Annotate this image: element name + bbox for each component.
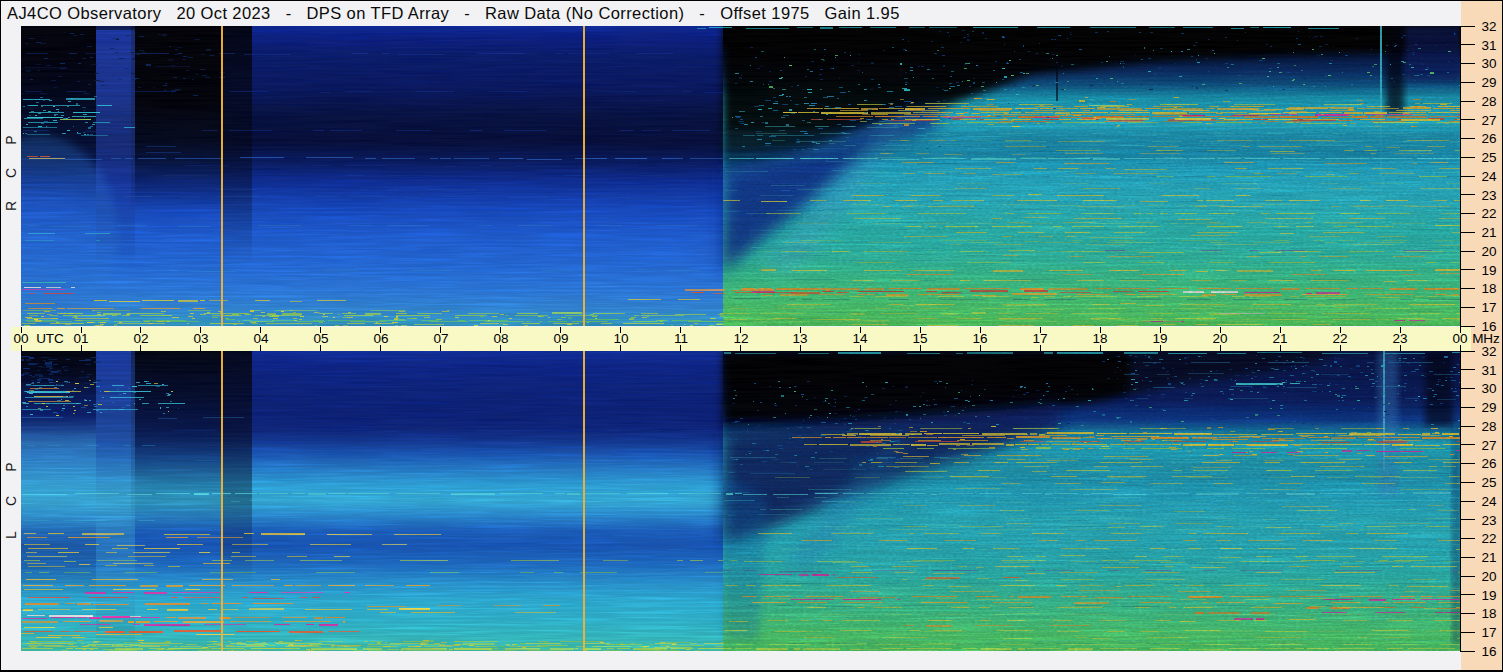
svg-text:P: P <box>3 462 19 471</box>
svg-text:30: 30 <box>1481 56 1496 71</box>
svg-text:00: 00 <box>13 331 28 346</box>
svg-text:L: L <box>3 531 19 539</box>
svg-text:22: 22 <box>1481 531 1496 546</box>
svg-text:12: 12 <box>733 331 748 346</box>
svg-text:07: 07 <box>433 331 448 346</box>
svg-text:UTC: UTC <box>36 331 64 346</box>
svg-text:21: 21 <box>1272 331 1287 346</box>
svg-text:05: 05 <box>313 331 328 346</box>
svg-text:24: 24 <box>1481 169 1497 184</box>
svg-text:P: P <box>3 135 19 144</box>
svg-text:19: 19 <box>1481 263 1496 278</box>
svg-text:03: 03 <box>193 331 208 346</box>
svg-text:20: 20 <box>1212 331 1227 346</box>
svg-text:26: 26 <box>1481 131 1496 146</box>
svg-text:02: 02 <box>133 331 148 346</box>
svg-text:AJ4CO Observatory 20 Oct 202: AJ4CO Observatory 20 Oct 2023 - DPS on T… <box>7 4 900 22</box>
svg-text:31: 31 <box>1481 363 1496 378</box>
svg-text:10: 10 <box>613 331 628 346</box>
svg-text:16: 16 <box>1481 644 1496 659</box>
svg-text:23: 23 <box>1392 331 1407 346</box>
svg-text:C: C <box>3 168 19 178</box>
svg-text:28: 28 <box>1481 94 1496 109</box>
svg-text:04: 04 <box>253 331 269 346</box>
svg-text:23: 23 <box>1481 513 1496 528</box>
svg-text:29: 29 <box>1481 400 1496 415</box>
svg-text:16: 16 <box>972 331 987 346</box>
svg-text:29: 29 <box>1481 75 1496 90</box>
svg-text:27: 27 <box>1481 438 1496 453</box>
svg-text:20: 20 <box>1481 244 1496 259</box>
svg-text:17: 17 <box>1032 331 1047 346</box>
svg-text:18: 18 <box>1481 281 1496 296</box>
svg-text:14: 14 <box>852 331 868 346</box>
svg-text:16: 16 <box>1481 319 1496 334</box>
svg-text:30: 30 <box>1481 381 1496 396</box>
svg-text:09: 09 <box>553 331 568 346</box>
svg-text:18: 18 <box>1481 606 1496 621</box>
svg-text:22: 22 <box>1481 206 1496 221</box>
svg-text:25: 25 <box>1481 150 1496 165</box>
svg-text:08: 08 <box>493 331 508 346</box>
svg-text:32: 32 <box>1481 344 1496 359</box>
svg-text:23: 23 <box>1481 188 1496 203</box>
svg-text:19: 19 <box>1481 588 1496 603</box>
svg-text:24: 24 <box>1481 494 1497 509</box>
svg-text:11: 11 <box>674 331 688 346</box>
svg-text:17: 17 <box>1481 625 1496 640</box>
svg-text:31: 31 <box>1481 38 1496 53</box>
svg-text:13: 13 <box>792 331 807 346</box>
svg-text:32: 32 <box>1481 19 1496 34</box>
svg-text:15: 15 <box>912 331 927 346</box>
svg-text:17: 17 <box>1481 300 1496 315</box>
svg-text:28: 28 <box>1481 419 1496 434</box>
svg-text:R: R <box>3 201 19 211</box>
svg-text:06: 06 <box>373 331 388 346</box>
svg-text:21: 21 <box>1481 550 1496 565</box>
svg-text:27: 27 <box>1481 113 1496 128</box>
svg-text:00: 00 <box>1452 331 1467 346</box>
svg-text:22: 22 <box>1332 331 1347 346</box>
svg-text:19: 19 <box>1152 331 1167 346</box>
svg-text:26: 26 <box>1481 456 1496 471</box>
svg-text:01: 01 <box>73 331 88 346</box>
svg-text:20: 20 <box>1481 569 1496 584</box>
svg-text:21: 21 <box>1481 225 1496 240</box>
svg-text:18: 18 <box>1092 331 1107 346</box>
svg-text:C: C <box>3 496 19 506</box>
svg-text:25: 25 <box>1481 475 1496 490</box>
